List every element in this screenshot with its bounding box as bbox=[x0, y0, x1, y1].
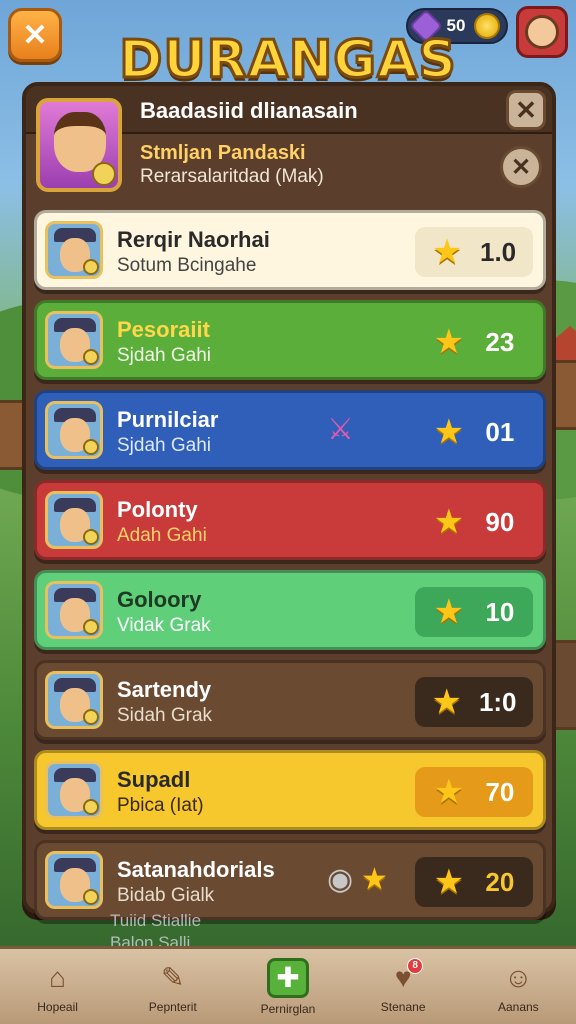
row-player-name: Rerqir Naorhai bbox=[117, 227, 270, 252]
game-logo: DURANGAS bbox=[118, 29, 458, 92]
player-avatar-icon bbox=[45, 221, 103, 279]
star-icon: ★ bbox=[433, 503, 465, 541]
score-box: ★ 1.0 bbox=[415, 227, 533, 277]
nav-label: Aanans bbox=[497, 999, 539, 1014]
score-box: ★ 90 bbox=[415, 497, 533, 547]
row-player-subtitle: Adah Gahi bbox=[117, 525, 207, 546]
close-icon: ✕ bbox=[515, 94, 537, 125]
nav-label: Stenane bbox=[380, 999, 426, 1014]
nav-label: Pernirglan bbox=[260, 1001, 316, 1016]
row-score: 23 bbox=[485, 326, 515, 357]
upgrade-icon: ✚ bbox=[266, 957, 309, 998]
player-avatar-icon bbox=[45, 311, 103, 369]
row-player-name: Goloory bbox=[117, 587, 202, 612]
nav-item-home[interactable]: ⌂ Hopeail bbox=[8, 960, 108, 1014]
leaderboard-row[interactable]: Sartendy Sidah Grak ★ 1:0 bbox=[34, 660, 546, 740]
medal-icon: ◉ bbox=[327, 863, 354, 896]
row-score: 1.0 bbox=[479, 236, 517, 267]
row-score: 10 bbox=[485, 596, 515, 627]
star-icon: ★ bbox=[431, 683, 462, 721]
star-icon: ★ bbox=[433, 863, 465, 901]
score-box: ★ 70 bbox=[415, 767, 533, 817]
row-player-name: Sartendy bbox=[117, 677, 212, 702]
leaderboard-row[interactable]: Satanahdorials Bidab Gialk ★ 20 ◉ ★ bbox=[34, 840, 546, 920]
rank-badge-icon bbox=[83, 889, 99, 905]
bonus-star-icon: ★ bbox=[361, 863, 388, 896]
leaderboard-row[interactable]: Supadl Pbica (Iat) ★ 70 bbox=[34, 750, 546, 830]
star-icon: ★ bbox=[433, 323, 465, 361]
leaderboard-row[interactable]: Pesoraiit Sjdah Gahi ★ 23 bbox=[34, 300, 546, 380]
row-score: 01 bbox=[485, 416, 515, 447]
score-box: ★ 10 bbox=[415, 587, 533, 637]
home-icon: ⌂ bbox=[49, 961, 67, 993]
score-box: ★ 20 bbox=[415, 857, 533, 907]
close-button[interactable]: ✕ bbox=[506, 90, 546, 130]
leaderboard-row[interactable]: Goloory Vidak Grak ★ 10 bbox=[34, 570, 546, 650]
rank-badge-icon bbox=[83, 439, 99, 455]
player-avatar-icon bbox=[45, 581, 103, 639]
close-icon: ✕ bbox=[510, 153, 532, 181]
sword-icon: ⚔ bbox=[327, 413, 354, 446]
leaderboard-panel: Baadasiid dlianasain ✕ Stmljan Pandaski … bbox=[22, 82, 556, 920]
row-player-name: Satanahdorials bbox=[117, 857, 275, 882]
row-player-subtitle: Bidab Gialk bbox=[117, 885, 215, 906]
row-player-name: Supadl bbox=[117, 767, 191, 792]
player-avatar bbox=[36, 98, 122, 192]
player-subtitle: Rerarsalaritdad (Mak) bbox=[140, 166, 324, 187]
row-player-subtitle: Sidah Grak bbox=[117, 705, 213, 726]
row-player-subtitle: Vidak Grak bbox=[117, 615, 211, 636]
nav-item-quest[interactable]: ✎ Pepnterit bbox=[123, 960, 223, 1014]
score-box: ★ 01 bbox=[415, 407, 533, 457]
quest-icon: ✎ bbox=[161, 962, 185, 993]
player-avatar-icon bbox=[45, 761, 103, 819]
rank-badge-icon bbox=[83, 349, 99, 365]
panel-title: Baadasiid dlianasain bbox=[140, 98, 358, 123]
player-dismiss-button[interactable]: ✕ bbox=[500, 146, 542, 188]
nav-label: Pepnterit bbox=[148, 999, 197, 1014]
rank-badge-icon bbox=[83, 709, 99, 725]
background-text-line: Tuiid Stiallie bbox=[110, 911, 202, 930]
star-icon: ★ bbox=[433, 593, 465, 631]
nav-item-profile[interactable]: ☺ Aanans bbox=[468, 960, 568, 1014]
leaderboard-row[interactable]: Purnilciar Sjdah Gahi ★ 01 ⚔ bbox=[34, 390, 546, 470]
row-score: 90 bbox=[485, 506, 515, 537]
row-score: 20 bbox=[485, 866, 515, 897]
row-score: 70 bbox=[485, 776, 515, 807]
row-player-subtitle: Sjdah Gahi bbox=[117, 345, 212, 366]
player-avatar-icon bbox=[45, 851, 103, 909]
nav-label: Hopeail bbox=[37, 999, 78, 1014]
star-icon: ★ bbox=[433, 413, 465, 451]
level-badge-icon bbox=[92, 162, 116, 186]
rank-badge-icon bbox=[83, 799, 99, 815]
leaderboard-row[interactable]: Polonty Adah Gahi ★ 90 bbox=[34, 480, 546, 560]
notification-badge: 8 bbox=[407, 957, 424, 974]
score-box: ★ 23 bbox=[415, 317, 533, 367]
player-avatar-icon bbox=[45, 401, 103, 459]
row-score: 1:0 bbox=[478, 686, 517, 717]
score-box: ★ 1:0 bbox=[415, 677, 533, 727]
player-name: Stmljan Pandaski bbox=[140, 142, 306, 164]
profile-icon: ☺ bbox=[504, 961, 533, 993]
rank-badge-icon bbox=[83, 619, 99, 635]
rank-badge-icon bbox=[83, 259, 99, 275]
nav-item-heart[interactable]: ♥ Stenane 8 bbox=[353, 957, 453, 1014]
star-icon: ★ bbox=[431, 233, 463, 271]
row-player-subtitle: Pbica (Iat) bbox=[117, 795, 204, 816]
row-player-subtitle: Sjdah Gahi bbox=[117, 435, 212, 456]
star-icon: ★ bbox=[433, 773, 465, 811]
row-player-subtitle: Sotum Bcingahe bbox=[117, 255, 257, 276]
player-avatar-icon bbox=[45, 491, 103, 549]
leaderboard-row[interactable]: Rerqir Naorhai Sotum Bcingahe ★ 1.0 bbox=[34, 210, 546, 290]
row-player-name: Pesoraiit bbox=[117, 317, 210, 342]
bottom-navigation: ⌂ Hopeail ✎ Pepnterit ✚ Pernirglan ♥ Stenane 8 ☺ A… bbox=[0, 946, 576, 1024]
rank-badge-icon bbox=[83, 529, 99, 545]
row-player-name: Polonty bbox=[117, 497, 198, 522]
player-avatar-icon bbox=[45, 671, 103, 729]
leaderboard-list: Rerqir Naorhai Sotum Bcingahe ★ 1.0 Pesoraii… bbox=[34, 210, 546, 930]
row-player-name: Purnilciar bbox=[117, 407, 219, 432]
nav-item-upgrade[interactable]: ✚ Pernirglan bbox=[238, 957, 338, 1016]
